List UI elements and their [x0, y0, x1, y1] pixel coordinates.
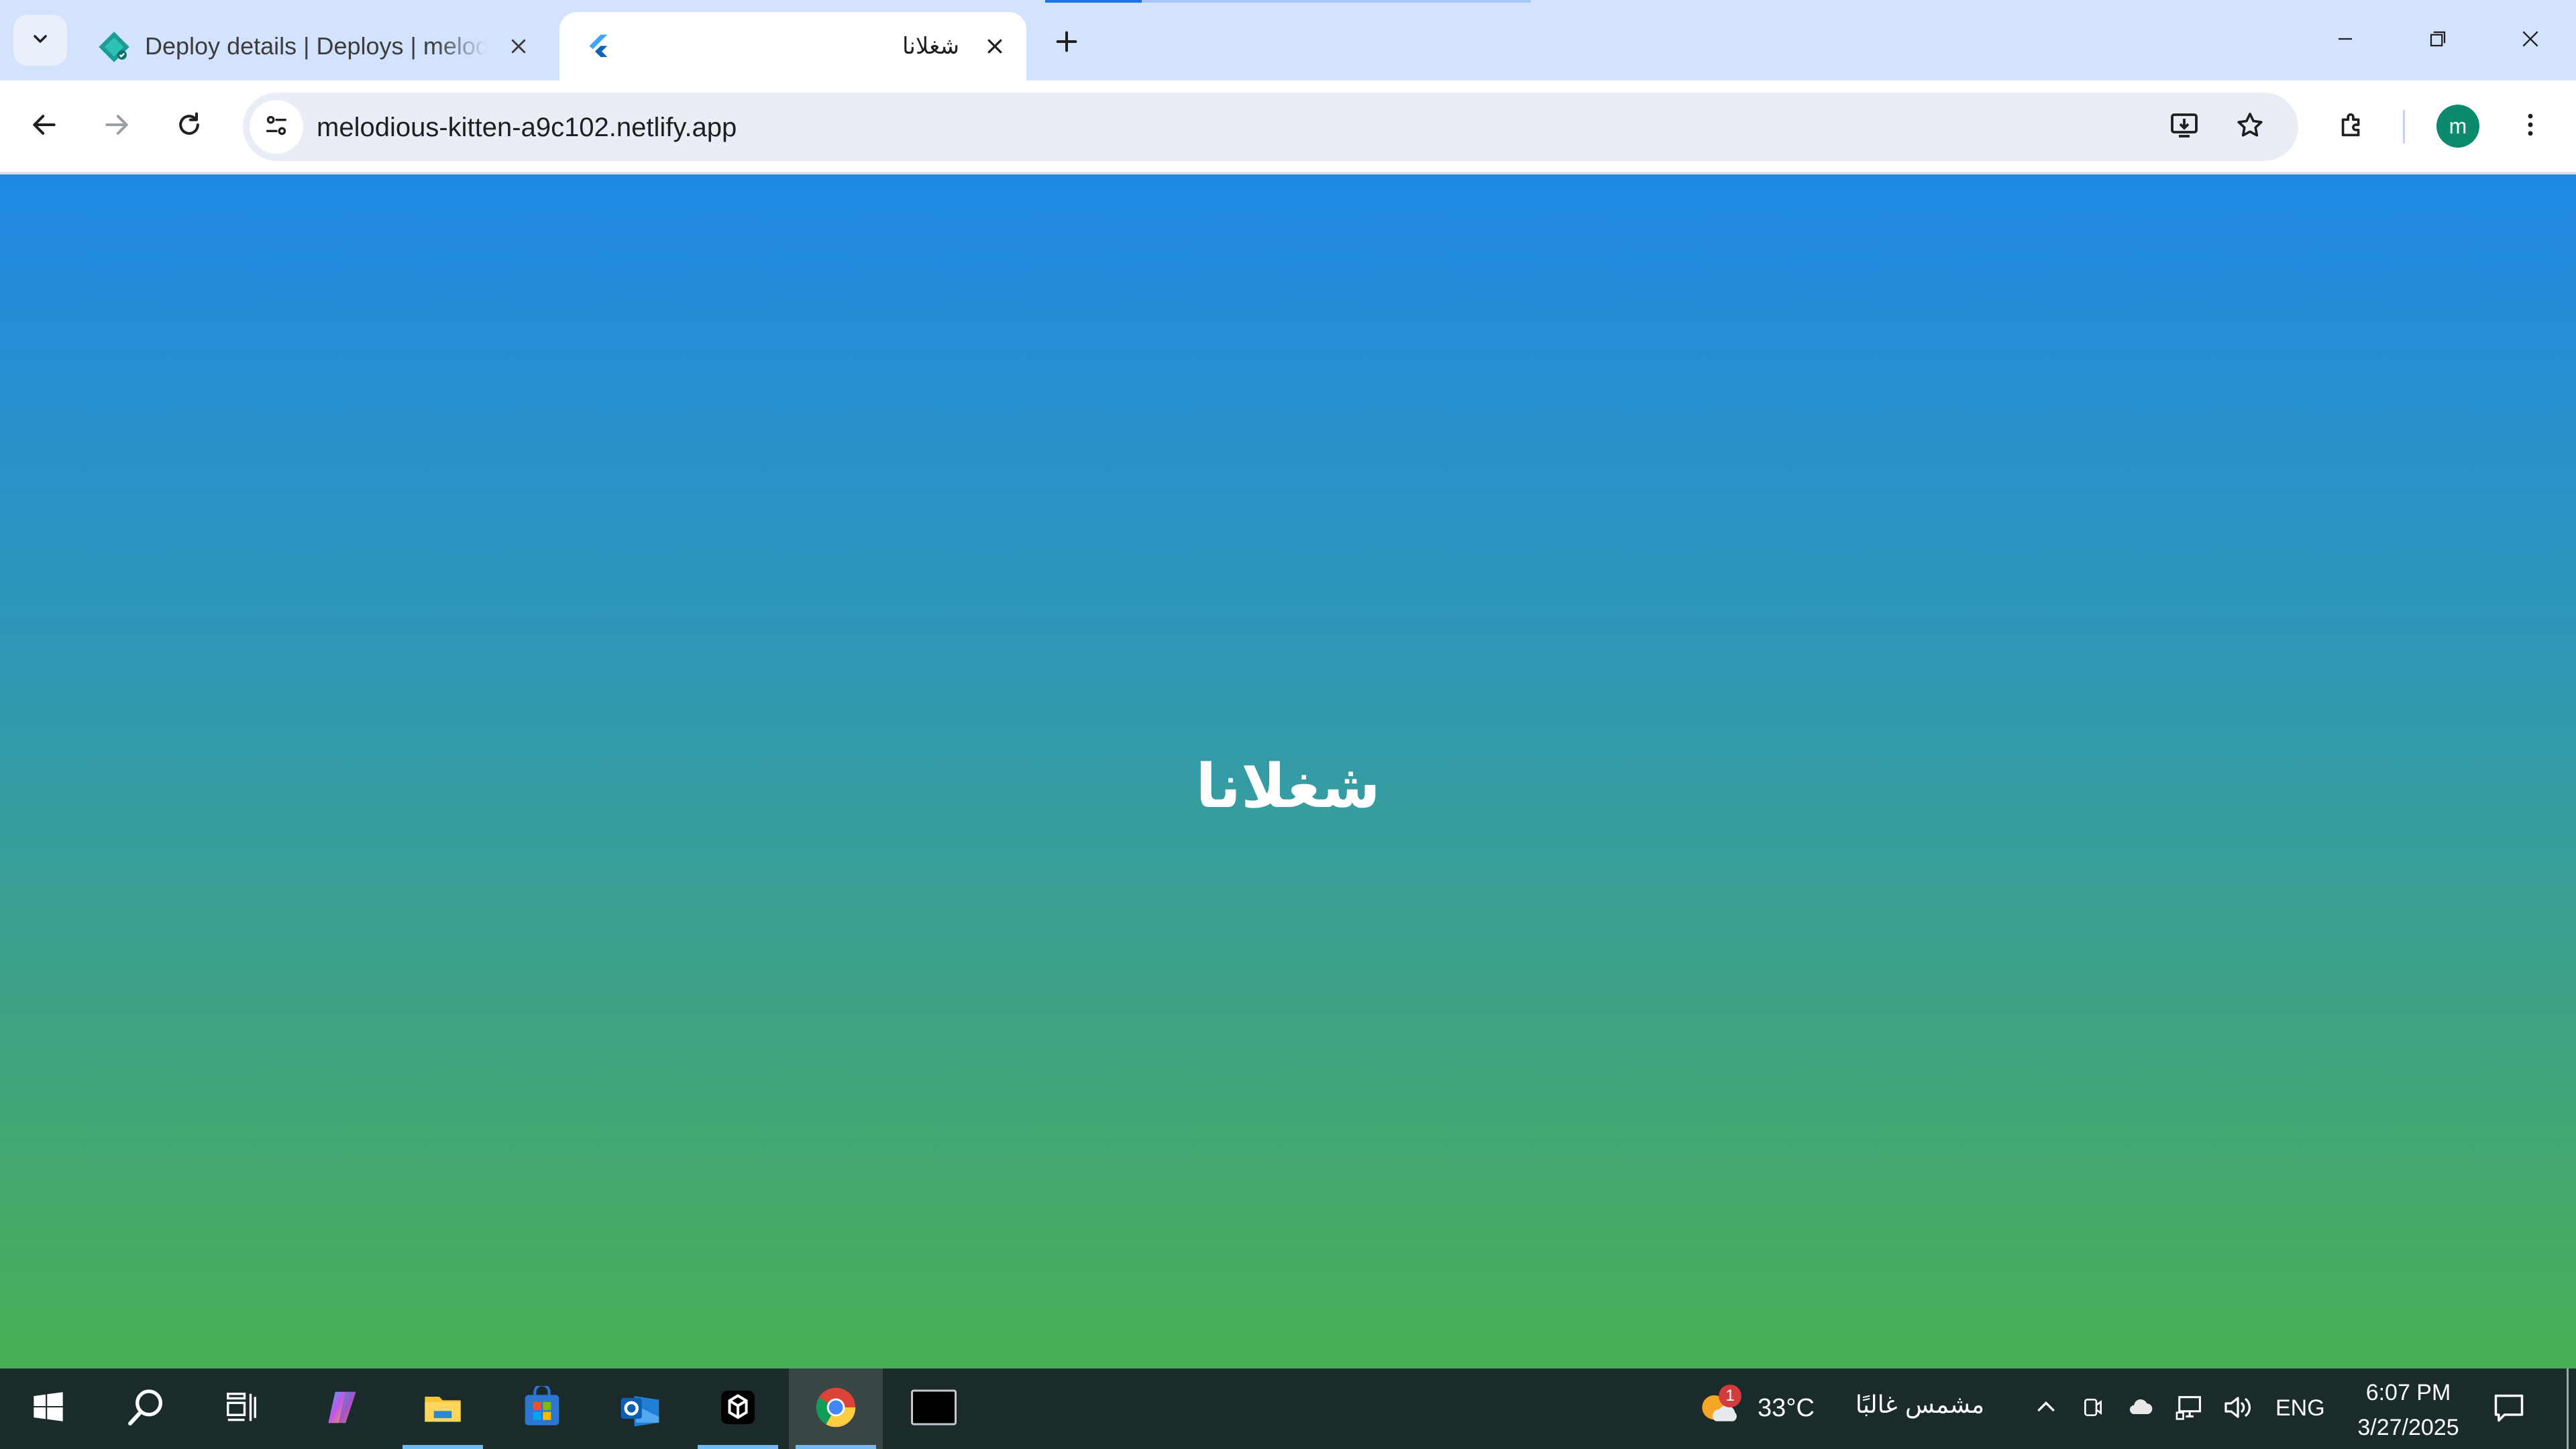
- show-desktop-edge[interactable]: [2567, 1368, 2569, 1449]
- copilot-icon: [321, 1387, 363, 1432]
- page-title: شغلانا: [1195, 751, 1381, 822]
- language-indicator[interactable]: ENG: [2275, 1395, 2325, 1421]
- volume-button[interactable]: [2218, 1389, 2258, 1429]
- tab-search-button[interactable]: [13, 15, 67, 66]
- chrome-menu-button[interactable]: [2504, 99, 2557, 153]
- copilot-button[interactable]: [295, 1368, 389, 1449]
- tab-strip: Deploy details | Deploys | melodious-kit…: [0, 0, 2576, 80]
- notification-icon: [2491, 1390, 2526, 1428]
- weather-temp[interactable]: 33°C: [1758, 1394, 1815, 1423]
- microsoft-store-icon: [521, 1383, 564, 1432]
- clock-time: 6:07 PM: [2365, 1380, 2451, 1405]
- start-button[interactable]: [1, 1368, 95, 1449]
- clock[interactable]: 6:07 PM 3/27/2025: [2334, 1375, 2482, 1445]
- notification-center-button[interactable]: [2489, 1389, 2529, 1429]
- back-button[interactable]: [17, 99, 71, 153]
- minimize-icon: [2335, 29, 2355, 52]
- tab-title: شغلانا: [902, 33, 959, 60]
- search-icon: [125, 1386, 168, 1432]
- profile-avatar[interactable]: m: [2436, 105, 2479, 148]
- volume-icon: [2222, 1391, 2254, 1427]
- chevron-up-icon: [2033, 1394, 2059, 1424]
- task-view-button[interactable]: [195, 1368, 288, 1449]
- loading-indicator: [1045, 0, 1142, 3]
- restore-icon: [2428, 29, 2448, 52]
- meet-now-button[interactable]: [2073, 1389, 2113, 1429]
- reload-icon: [174, 110, 204, 143]
- site-info-button[interactable]: [250, 100, 303, 154]
- plus-icon: [1053, 28, 1080, 58]
- tab-active[interactable]: شغلانا: [559, 12, 1026, 80]
- show-hidden-icons-button[interactable]: [2026, 1389, 2066, 1429]
- install-app-icon: [2168, 109, 2200, 145]
- chrome-icon: [812, 1384, 859, 1434]
- forward-button[interactable]: [90, 99, 144, 153]
- task-view-icon: [223, 1389, 260, 1429]
- chevron-down-icon: [30, 28, 51, 53]
- app-icon: [718, 1387, 758, 1431]
- file-explorer-button[interactable]: [396, 1368, 490, 1449]
- chrome-taskbar-button[interactable]: [789, 1368, 883, 1449]
- bookmark-star-icon: [2235, 110, 2265, 144]
- menu-icon: [2516, 110, 2545, 143]
- close-window-button[interactable]: [2497, 13, 2564, 67]
- page-content: شغلانا: [0, 174, 2576, 1368]
- url-text[interactable]: melodious-kitten-a9c102.netlify.app: [317, 113, 737, 143]
- forward-icon: [102, 110, 131, 143]
- close-tab-icon[interactable]: [502, 30, 535, 63]
- file-explorer-icon: [421, 1386, 464, 1432]
- taskbar-search-button[interactable]: [99, 1368, 193, 1449]
- terminal-icon: [910, 1387, 957, 1431]
- toolbar-divider: [2403, 110, 2405, 144]
- minimize-button[interactable]: [2312, 13, 2379, 67]
- app-button[interactable]: [691, 1368, 785, 1449]
- reload-button[interactable]: [162, 99, 216, 153]
- flutter-icon: [578, 27, 619, 67]
- restore-button[interactable]: [2404, 13, 2471, 67]
- loading-track: [1142, 0, 1531, 3]
- clock-date: 3/27/2025: [2357, 1415, 2459, 1440]
- tune-icon: [263, 112, 290, 142]
- bookmark-button[interactable]: [2223, 100, 2277, 154]
- onedrive-button[interactable]: [2121, 1389, 2161, 1429]
- tab-deploy-details[interactable]: Deploy details | Deploys | melodious-kit…: [87, 12, 550, 80]
- network-icon: [2176, 1392, 2206, 1426]
- network-button[interactable]: [2171, 1389, 2211, 1429]
- camera-icon: [2080, 1394, 2106, 1424]
- extensions-icon: [2337, 109, 2367, 144]
- microsoft-store-button[interactable]: [495, 1368, 589, 1449]
- browser-toolbar: melodious-kitten-a9c102.netlify.app m: [0, 80, 2576, 173]
- windows-taskbar: 1 33°C مشمس غالبًا ENG 6:07 PM 3/27/2025: [0, 1368, 2576, 1449]
- weather-badge: 1: [1719, 1385, 1741, 1407]
- netlify-icon: [94, 27, 134, 67]
- start-icon: [31, 1390, 66, 1428]
- outlook-button[interactable]: [593, 1368, 687, 1449]
- extensions-button[interactable]: [2325, 99, 2379, 153]
- tab-title: Deploy details | Deploys | melodious-kit…: [145, 32, 487, 60]
- terminal-button[interactable]: [887, 1368, 981, 1449]
- new-tab-button[interactable]: [1044, 20, 1089, 66]
- close-tab-icon[interactable]: [978, 30, 1012, 63]
- address-bar[interactable]: melodious-kitten-a9c102.netlify.app: [243, 93, 2298, 161]
- weather-condition[interactable]: مشمس غالبًا: [1831, 1391, 1984, 1419]
- outlook-icon: [617, 1385, 663, 1434]
- close-icon: [2520, 28, 2541, 53]
- cloud-icon: [2125, 1394, 2158, 1424]
- install-app-button[interactable]: [2157, 100, 2211, 154]
- back-icon: [30, 110, 59, 143]
